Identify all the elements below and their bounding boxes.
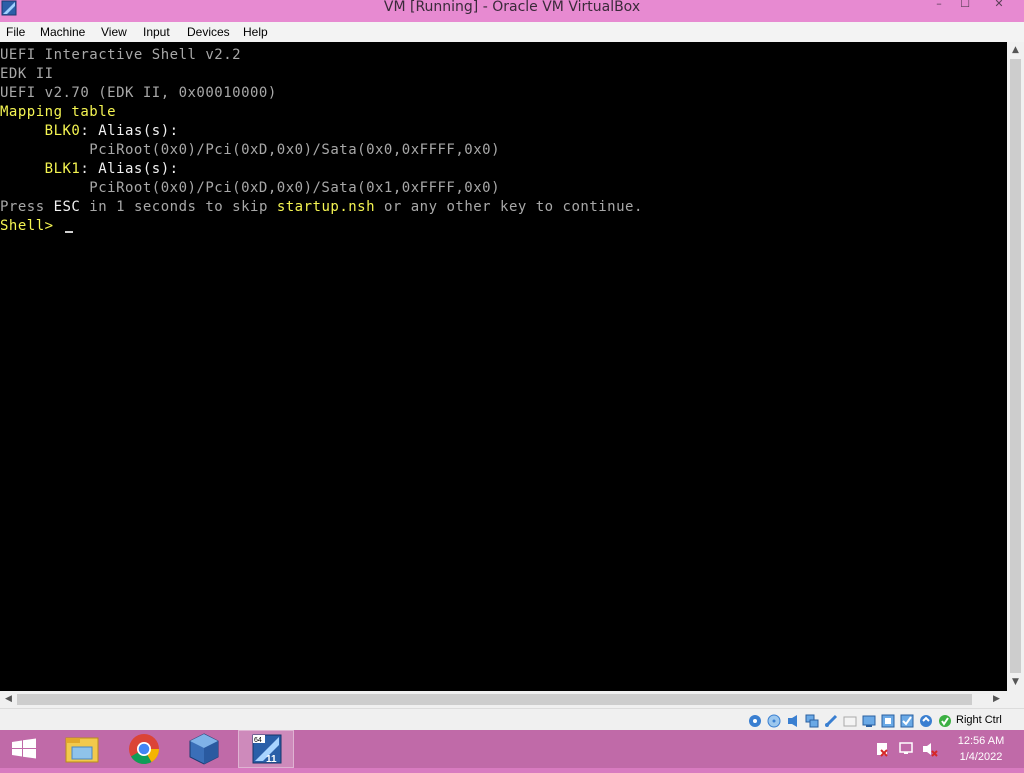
maximize-button[interactable]: ☐ xyxy=(952,0,978,10)
console-line: EDK II xyxy=(0,65,54,84)
mouse-integration-icon[interactable] xyxy=(938,713,952,727)
network-tray-icon[interactable] xyxy=(899,741,915,757)
vm-console-screen[interactable]: UEFI Interactive Shell v2.2 EDK II UEFI v2… xyxy=(0,42,1007,691)
status-bar: Right Ctrl xyxy=(0,708,1024,731)
usb-icon[interactable] xyxy=(824,713,838,728)
virtualbox-icon xyxy=(189,733,219,765)
console-line: PciRoot(0x0)/Pci(0xD,0x0)/Sata(0x0,0xFFF… xyxy=(0,141,500,160)
scroll-left-arrow-icon[interactable]: ◀ xyxy=(0,691,17,708)
cpu-icon[interactable] xyxy=(919,713,933,727)
minimize-button[interactable]: – xyxy=(926,0,952,10)
console-text-segment: PciRoot(0x0)/Pci(0xD,0x0)/Sata(0x1,0xFFF… xyxy=(0,180,501,196)
console-line: BLK0: Alias(s): xyxy=(0,122,179,141)
console-line: PciRoot(0x0)/Pci(0xD,0x0)/Sata(0x1,0xFFF… xyxy=(0,179,500,198)
volume-muted-icon[interactable] xyxy=(922,741,938,757)
taskbar-vm-window[interactable]: 64 11 xyxy=(238,730,294,768)
display-icon[interactable] xyxy=(862,713,876,727)
menu-view[interactable]: View xyxy=(101,22,127,42)
console-text-segment: ESC xyxy=(53,199,81,215)
taskbar-file-explorer[interactable] xyxy=(54,730,110,768)
recording-icon[interactable] xyxy=(881,713,895,728)
title-bar[interactable]: VM [Running] - Oracle VM VirtualBox – ☐ … xyxy=(0,0,1024,22)
menu-devices[interactable]: Devices xyxy=(187,22,230,42)
console-text-segment: : Alias(s): xyxy=(80,161,179,177)
menu-machine[interactable]: Machine xyxy=(40,22,85,42)
console-text-segment: Press xyxy=(0,199,54,215)
audio-icon[interactable] xyxy=(786,713,800,727)
vm-window-icon: 64 11 xyxy=(252,734,282,765)
chrome-icon xyxy=(129,734,159,765)
console-text-segment: in 1 seconds to skip xyxy=(80,199,277,215)
network-icon[interactable] xyxy=(805,713,819,728)
menu-bar: File Machine View Input Devices Help xyxy=(0,22,1024,43)
file-explorer-icon xyxy=(65,737,99,763)
menu-input[interactable]: Input xyxy=(143,22,170,42)
taskbar-chrome[interactable] xyxy=(116,730,172,768)
action-center-icon[interactable] xyxy=(874,741,890,757)
menu-file[interactable]: File xyxy=(6,22,25,42)
window-title: VM [Running] - Oracle VM VirtualBox xyxy=(383,0,641,15)
taskbar: 64 11 12:56 AM 1/4/2022 xyxy=(0,730,1024,768)
console-text-segment: or any other key to continue. xyxy=(375,199,643,215)
console-text-segment: UEFI Interactive Shell v2.2 xyxy=(0,47,242,63)
console-text-segment: BLK0 xyxy=(0,123,81,139)
vertical-scroll-thumb[interactable] xyxy=(1010,59,1021,673)
hard-disk-icon[interactable] xyxy=(748,713,762,727)
close-button[interactable]: ✕ xyxy=(980,0,1018,10)
console-text-segment: Shell> xyxy=(0,218,63,234)
horizontal-scroll-thumb[interactable] xyxy=(17,694,972,705)
vertical-scrollbar[interactable]: ▲ ▼ xyxy=(1007,42,1024,691)
system-clock[interactable]: 12:56 AM 1/4/2022 xyxy=(948,733,1014,765)
start-button[interactable] xyxy=(0,730,48,768)
console-text-segment: : Alias(s): xyxy=(80,123,179,139)
host-key-label: Right Ctrl xyxy=(956,714,1002,726)
console-text-segment: UEFI v2.70 (EDK II, 0x00010000) xyxy=(0,85,277,101)
optical-drive-icon[interactable] xyxy=(767,713,781,728)
console-line: Shell> xyxy=(0,217,73,236)
console-text-segment: EDK II xyxy=(0,66,54,82)
console-text-segment: Mapping table xyxy=(0,104,117,120)
clock-time: 12:56 AM xyxy=(957,735,1005,747)
console-line: Mapping table xyxy=(0,103,116,122)
console-line: BLK1: Alias(s): xyxy=(0,160,179,179)
console-text-segment: BLK1 xyxy=(0,161,81,177)
scroll-up-arrow-icon[interactable]: ▲ xyxy=(1007,42,1024,59)
console-line: UEFI v2.70 (EDK II, 0x00010000) xyxy=(0,84,277,103)
scroll-corner xyxy=(1007,691,1024,708)
taskbar-virtualbox[interactable] xyxy=(176,730,232,768)
console-text-segment: startup.nsh xyxy=(276,199,376,215)
menu-help[interactable]: Help xyxy=(243,22,268,42)
scroll-down-arrow-icon[interactable]: ▼ xyxy=(1007,674,1024,691)
vm-state-icon[interactable] xyxy=(900,713,914,728)
svg-text:64: 64 xyxy=(254,737,262,744)
clock-date: 1/4/2022 xyxy=(959,751,1003,763)
console-text-segment: PciRoot(0x0)/Pci(0xD,0x0)/Sata(0x0,0xFFF… xyxy=(0,142,501,158)
svg-text:11: 11 xyxy=(266,754,277,765)
shared-folders-icon[interactable] xyxy=(843,713,857,727)
horizontal-scrollbar[interactable]: ◀ ▶ xyxy=(0,691,1007,708)
console-line: UEFI Interactive Shell v2.2 xyxy=(0,46,241,65)
scroll-right-arrow-icon[interactable]: ▶ xyxy=(988,691,1005,708)
console-line: Press ESC in 1 seconds to skip startup.n… xyxy=(0,198,643,217)
text-cursor xyxy=(64,231,73,233)
